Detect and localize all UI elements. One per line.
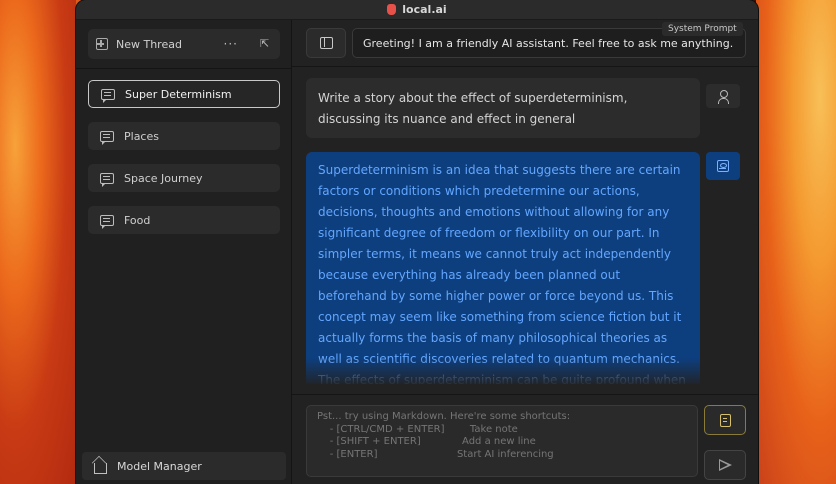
new-thread-button[interactable]: New Thread: [116, 38, 224, 51]
chat-bubble-icon: [101, 88, 115, 103]
desktop-wallpaper-right: [756, 0, 836, 484]
thread-label: Places: [124, 129, 159, 143]
send-icon: [718, 459, 732, 471]
thread-label: Space Journey: [124, 171, 203, 185]
thread-label: Food: [124, 213, 151, 227]
window-title: local.ai: [402, 3, 447, 16]
chat-bubble-icon: [100, 172, 114, 187]
input-divider: [292, 394, 758, 395]
desktop-wallpaper-left: [0, 0, 76, 484]
take-note-button[interactable]: [704, 405, 746, 435]
system-prompt-label: System Prompt: [662, 22, 743, 36]
sidebar-panel-icon: [319, 37, 333, 49]
app-window: local.ai New Thread ··· ⇱ Super Determin…: [76, 0, 758, 484]
toggle-sidebar-button[interactable]: [306, 28, 346, 58]
ai-message-text: Superdeterminism is an idea that suggest…: [318, 163, 686, 384]
title-bar: local.ai: [76, 0, 758, 20]
ai-message: Superdeterminism is an idea that suggest…: [306, 152, 700, 384]
person-icon: [718, 90, 729, 104]
message-input[interactable]: [306, 405, 698, 477]
thread-label: Super Determinism: [125, 87, 232, 101]
export-icon[interactable]: ⇱: [260, 38, 272, 50]
ai-avatar: [706, 152, 740, 180]
chat-panel: Greeting! I am a friendly AI assistant. …: [292, 20, 758, 484]
new-thread-icon[interactable]: [96, 38, 108, 50]
thread-item-places[interactable]: Places: [88, 122, 280, 150]
user-avatar: [706, 84, 740, 108]
message-fade: [306, 358, 700, 384]
header-divider: [292, 66, 758, 67]
chat-bubble-icon: [100, 214, 114, 229]
model-manager-label: Model Manager: [117, 459, 202, 473]
more-options-button[interactable]: ···: [224, 37, 238, 51]
home-icon: [94, 462, 107, 474]
new-thread-bar: New Thread ··· ⇱: [88, 29, 280, 59]
thread-item-super-determinism[interactable]: Super Determinism: [88, 80, 280, 108]
sidebar: New Thread ··· ⇱ Super Determinism Place…: [76, 20, 292, 484]
thread-item-food[interactable]: Food: [88, 206, 280, 234]
chat-bubble-icon: [100, 130, 114, 145]
app-logo-icon: [387, 4, 397, 15]
user-message: Write a story about the effect of superd…: [306, 78, 700, 138]
note-icon: [719, 413, 731, 427]
send-button[interactable]: [704, 450, 746, 480]
sidebar-divider: [76, 68, 292, 69]
model-manager-button[interactable]: Model Manager: [82, 452, 286, 480]
bot-icon: [717, 160, 729, 172]
thread-item-space-journey[interactable]: Space Journey: [88, 164, 280, 192]
